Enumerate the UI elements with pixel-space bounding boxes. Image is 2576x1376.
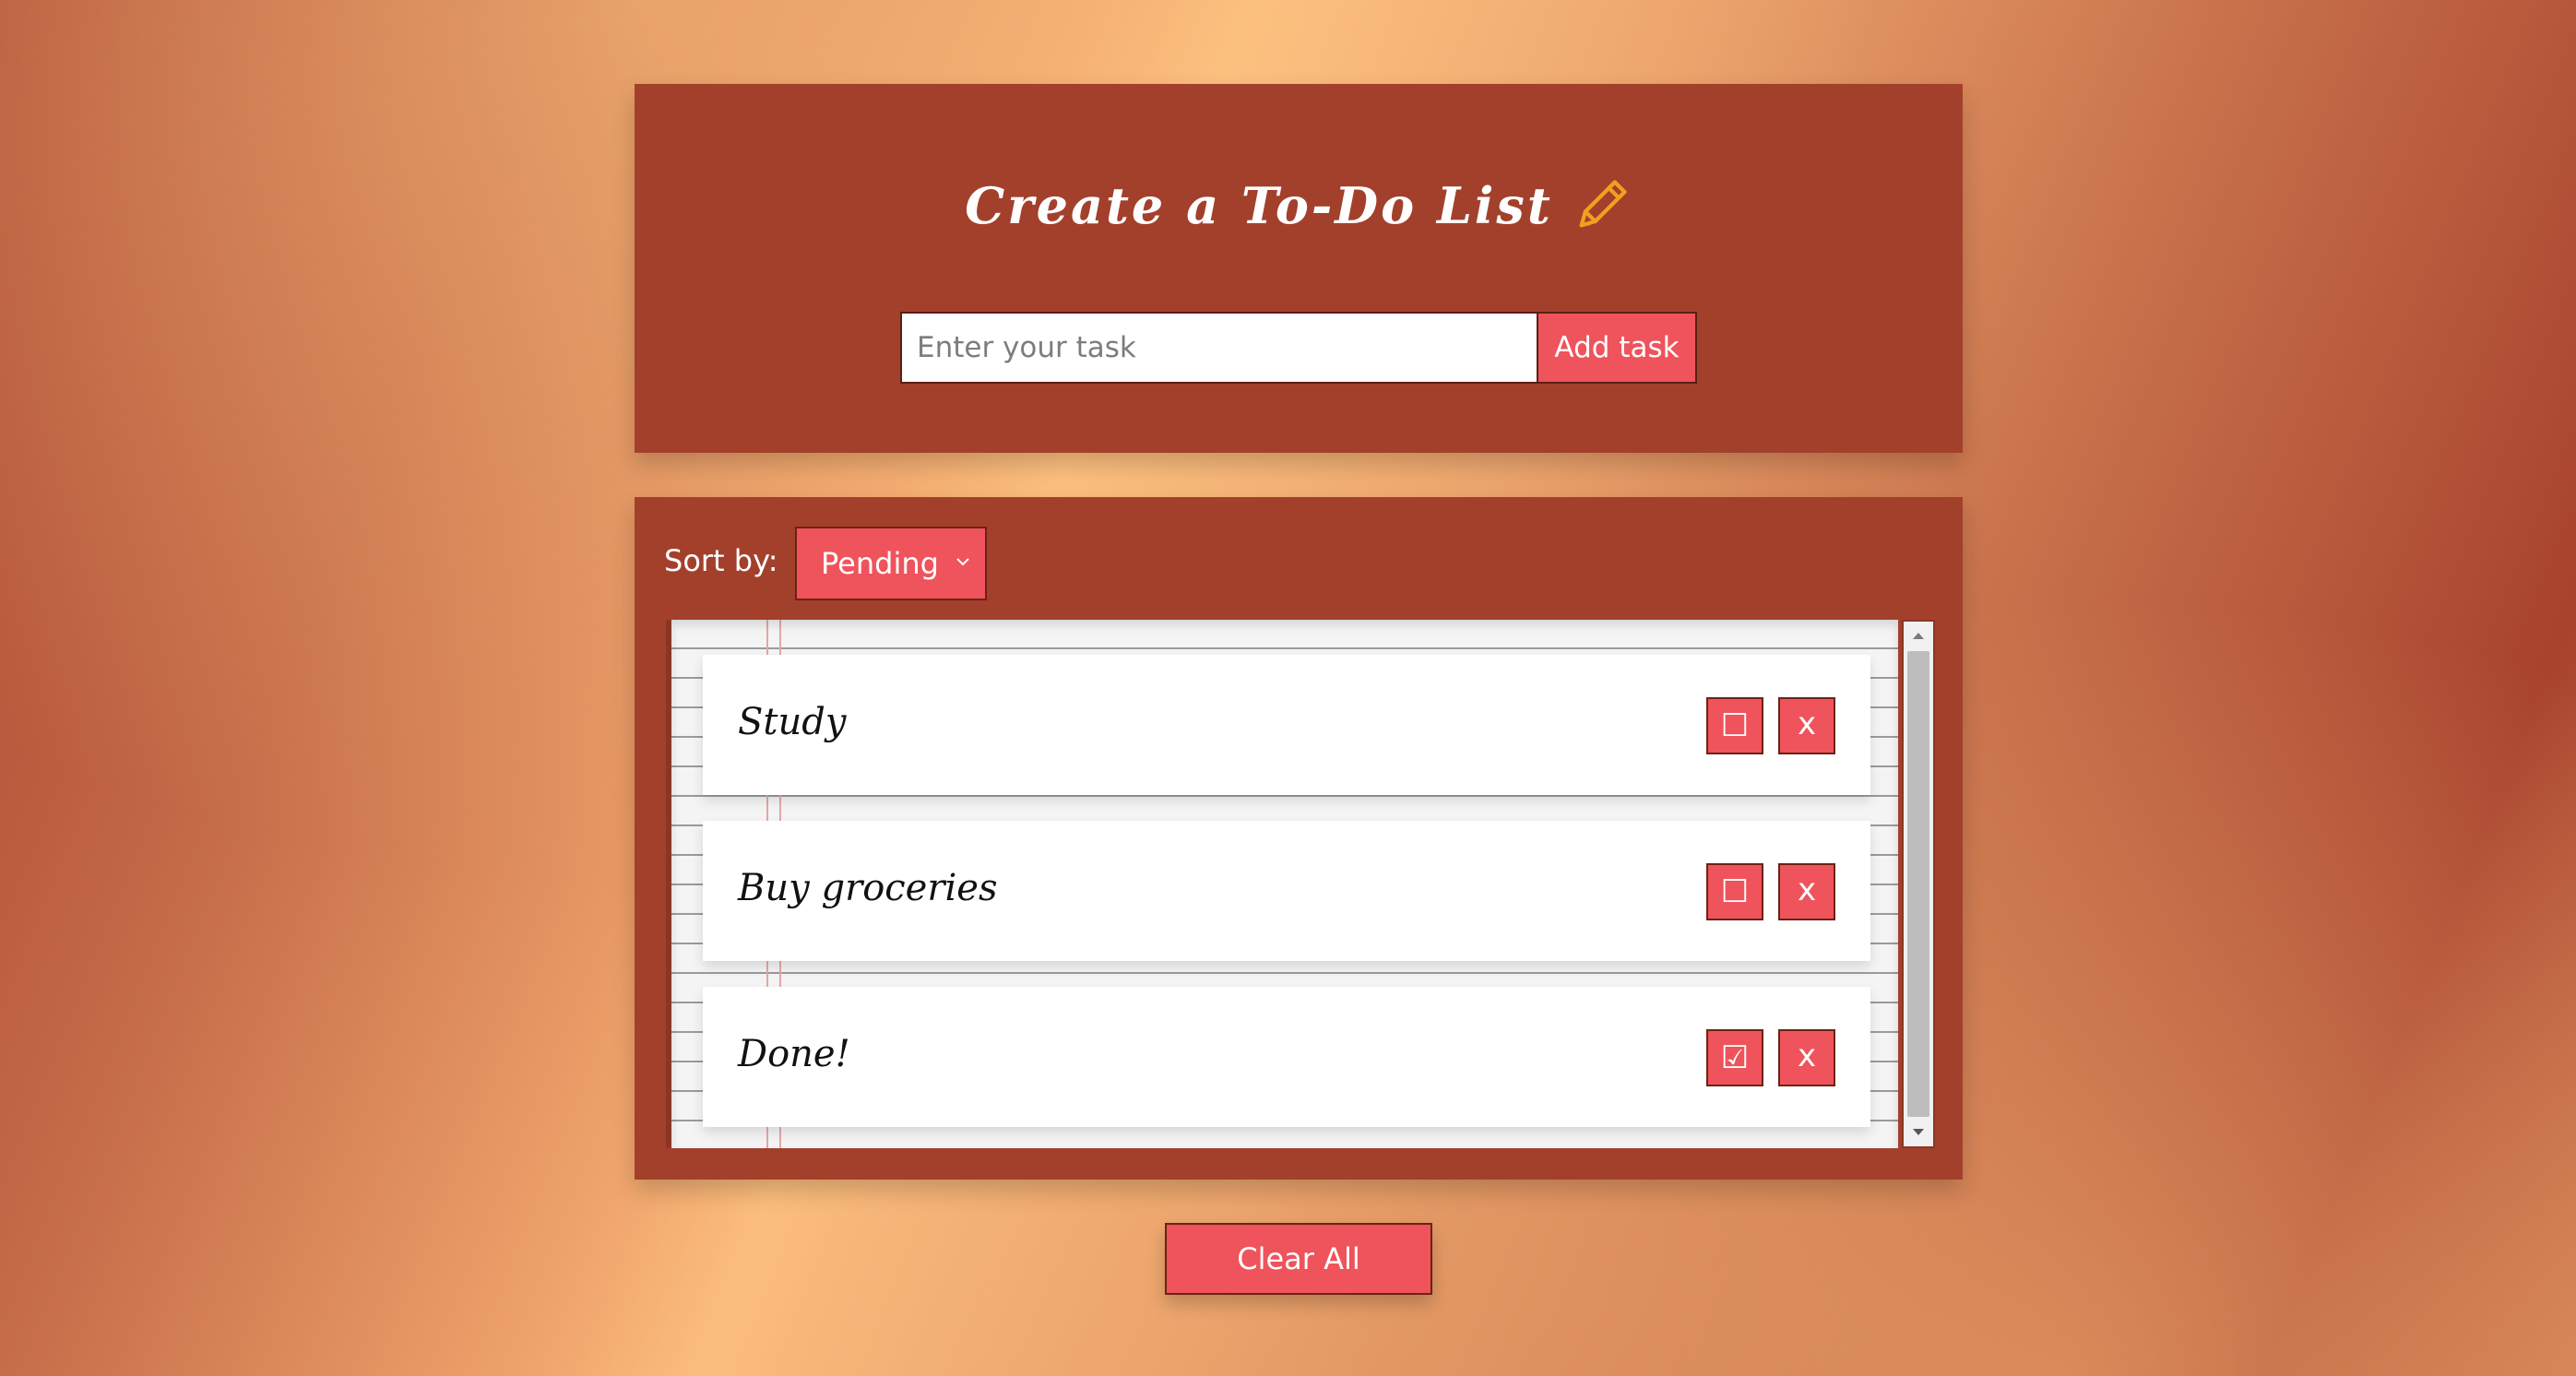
add-task-button[interactable]: Add task	[1537, 312, 1697, 384]
delete-task-button[interactable]: x	[1778, 697, 1835, 754]
task-list-panel: Sort by: Pending Study ☐ x Buy groceries…	[635, 497, 1963, 1180]
delete-label: x	[1797, 872, 1817, 908]
task-checkbox[interactable]: ☐	[1706, 697, 1763, 754]
chevron-down-icon	[956, 558, 969, 566]
task-text: Done!	[738, 1033, 850, 1075]
list-scrollbar[interactable]	[1902, 620, 1935, 1148]
task-checkbox[interactable]: ☑	[1706, 1029, 1763, 1086]
checkbox-icon: ☐	[1720, 873, 1750, 910]
title-row: Create a To-Do List	[635, 160, 1963, 252]
task-checkbox[interactable]: ☐	[1706, 863, 1763, 920]
scroll-up-arrow-icon[interactable]	[1904, 622, 1933, 649]
scroll-down-arrow-icon[interactable]	[1904, 1119, 1933, 1146]
delete-task-button[interactable]: x	[1778, 863, 1835, 920]
task-input[interactable]	[900, 312, 1537, 384]
task-card: Buy groceries ☐ x	[703, 821, 1870, 961]
page-title: Create a To-Do List	[965, 176, 1553, 235]
sort-label: Sort by:	[664, 543, 778, 578]
delete-label: x	[1797, 1038, 1817, 1074]
delete-label: x	[1797, 706, 1817, 742]
task-text: Buy groceries	[738, 867, 998, 909]
sort-selected-value: Pending	[821, 546, 939, 581]
checkbox-icon: ☐	[1720, 707, 1750, 744]
task-input-row: Add task	[900, 312, 1697, 384]
clear-all-button[interactable]: Clear All	[1165, 1223, 1432, 1295]
header-panel: Create a To-Do List Add task	[635, 84, 1963, 453]
task-card: Study ☐ x	[703, 655, 1870, 795]
notebook-paper: Study ☐ x Buy groceries ☐ x Done! ☑ x	[666, 620, 1898, 1148]
sort-dropdown[interactable]: Pending	[795, 527, 987, 600]
scroll-thumb[interactable]	[1907, 651, 1929, 1117]
checkbox-checked-icon: ☑	[1720, 1039, 1750, 1076]
task-card: Done! ☑ x	[703, 987, 1870, 1127]
delete-task-button[interactable]: x	[1778, 1029, 1835, 1086]
pencil-icon	[1570, 174, 1632, 237]
task-text: Study	[738, 701, 847, 743]
